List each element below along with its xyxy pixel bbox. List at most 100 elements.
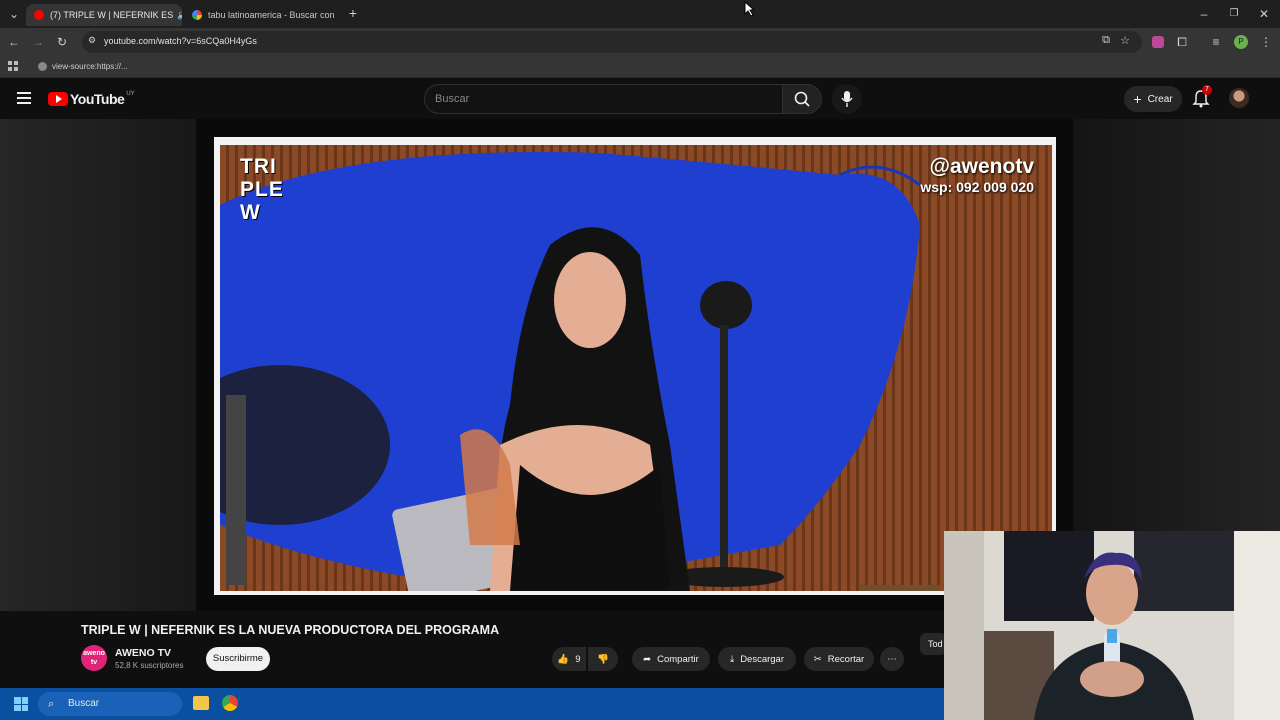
logo-line: PLE	[240, 178, 284, 201]
omnibox[interactable]: ⚙ youtube.com/watch?v=6sCQa0H4yGs ⧉ ☆	[82, 31, 1142, 53]
poster-left	[1004, 531, 1094, 621]
channel-avatar[interactable]: aweno tv	[81, 645, 107, 671]
tab-search-icon[interactable]: ⌄	[6, 6, 22, 22]
video-title: TRIPLE W | NEFERNIK ES LA NUEVA PRODUCTO…	[81, 623, 500, 637]
clip-label: Recortar	[827, 653, 865, 665]
reload-icon[interactable]: ↻	[54, 34, 70, 50]
filter-chip[interactable]: Tod	[920, 633, 946, 655]
search-button[interactable]	[782, 84, 822, 114]
site-info-icon[interactable]: ⚙	[88, 35, 96, 46]
youtube-logo[interactable]: YouTube UY	[48, 91, 135, 107]
youtube-favicon-icon	[34, 10, 44, 20]
user-avatar[interactable]	[1229, 88, 1249, 108]
taskbar-search[interactable]: ⌕ Buscar	[38, 692, 182, 716]
mouse-cursor-icon	[744, 1, 756, 17]
webcam-overlay	[944, 531, 1280, 720]
streamer-face	[1086, 561, 1138, 625]
search-icon	[794, 91, 810, 107]
bookmark-label: view-source:https://...	[52, 62, 128, 71]
google-favicon-icon	[192, 10, 202, 20]
browser-menu-icon[interactable]: ⋮	[1258, 34, 1274, 50]
bottle	[226, 395, 246, 585]
tab-title: tabu latinoamerica - Buscar con	[208, 10, 335, 20]
wood-slat-wall	[220, 145, 1052, 591]
new-tab-icon[interactable]: +	[345, 5, 361, 21]
bookmark-star-icon[interactable]: ☆	[1120, 34, 1130, 47]
download-button[interactable]: ⤓ Descargar	[718, 647, 796, 671]
address-bar-row: ← → ↻ ⚙ youtube.com/watch?v=6sCQa0H4yGs …	[0, 28, 1280, 56]
microphone-icon	[841, 91, 853, 107]
dislike-button[interactable]: 👎	[588, 647, 618, 671]
more-actions-button[interactable]: ⋯	[880, 647, 904, 671]
voice-search-button[interactable]	[832, 84, 862, 114]
extensions-puzzle-icon[interactable]: ⧠	[1174, 34, 1190, 50]
browser-tab-strip: ⌄ (7) TRIPLE W | NEFERNIK ES 🔊 ✕ tabu la…	[0, 0, 1280, 28]
ambient-right	[1073, 119, 1280, 532]
tab-search[interactable]: tabu latinoamerica - Buscar con ✕	[184, 4, 340, 26]
tab-title: (7) TRIPLE W | NEFERNIK ES	[50, 10, 174, 20]
tab-youtube[interactable]: (7) TRIPLE W | NEFERNIK ES 🔊 ✕	[26, 4, 182, 26]
video-player[interactable]: TRI PLE W @awenotv wsp: 092 009 020	[196, 119, 1073, 611]
notifications-button[interactable]: 7	[1192, 85, 1212, 108]
close-window-icon[interactable]: ✕	[1256, 6, 1272, 22]
notification-count: 7	[1202, 85, 1212, 95]
channel-name[interactable]: AWENO TV	[115, 647, 171, 659]
video-frame: TRI PLE W @awenotv wsp: 092 009 020	[214, 137, 1056, 595]
poster-right	[1134, 531, 1234, 611]
clip-button[interactable]: ✂ Recortar	[804, 647, 874, 671]
scissors-icon: ✂	[813, 653, 822, 665]
download-label: Descargar	[740, 653, 785, 665]
hamburger-menu-icon[interactable]	[17, 92, 31, 104]
like-button[interactable]: 👍 9	[552, 647, 586, 671]
logo-line: TRI	[240, 155, 277, 178]
url-text[interactable]: youtube.com/watch?v=6sCQa0H4yGs	[104, 36, 257, 46]
region-code: UY	[126, 91, 135, 97]
minimize-icon[interactable]: –	[1196, 6, 1212, 22]
back-icon[interactable]: ←	[6, 34, 22, 50]
close-tab-icon[interactable]: ✕	[335, 10, 340, 21]
search-input[interactable]: Buscar	[424, 84, 782, 114]
apps-grid-icon[interactable]	[8, 61, 18, 71]
speaker-icon[interactable]: 🔊	[177, 10, 182, 21]
social-handle: @awenotv	[929, 155, 1035, 178]
subscriber-count: 52,8 K suscriptores	[115, 661, 184, 670]
create-label: Crear	[1147, 93, 1173, 105]
blue-backdrop	[220, 152, 940, 591]
youtube-header: YouTube UY Buscar + Crear 7	[0, 79, 1280, 119]
streamer-camera-image	[944, 531, 1280, 720]
youtube-play-icon	[48, 92, 68, 106]
forward-icon[interactable]: →	[30, 34, 46, 50]
windows-start-icon[interactable]	[14, 697, 28, 711]
logo-text: YouTube	[70, 91, 125, 107]
like-count: 9	[575, 653, 581, 665]
subscribe-button[interactable]: Suscribirme	[206, 647, 270, 671]
show-logo: TRI PLE W	[240, 155, 284, 224]
globe-icon	[38, 62, 47, 71]
search-icon: ⌕	[48, 698, 55, 710]
microphone	[700, 281, 752, 329]
plus-icon: +	[1133, 91, 1142, 107]
share-button[interactable]: ➦ Compartir	[632, 647, 710, 671]
restore-icon[interactable]: ❐	[1226, 6, 1242, 22]
extension-icon[interactable]	[1152, 36, 1164, 48]
ambient-left	[0, 119, 196, 611]
create-button[interactable]: + Crear	[1124, 86, 1182, 112]
file-explorer-icon[interactable]	[193, 696, 209, 710]
thumbs-down-icon: 👎	[597, 653, 609, 665]
share-icon: ➦	[643, 653, 652, 665]
install-icon[interactable]: ⧉	[1102, 34, 1110, 47]
chrome-icon[interactable]	[222, 695, 238, 711]
whatsapp-number: wsp: 092 009 020	[920, 179, 1034, 195]
thumbs-up-icon: 👍	[557, 653, 570, 665]
bookmark-item[interactable]: view-source:https://...	[38, 62, 128, 71]
download-icon: ⤓	[729, 653, 735, 665]
more-icon: ⋯	[887, 653, 897, 665]
person-face	[554, 252, 626, 348]
bookmarks-bar: view-source:https://...	[0, 56, 1280, 78]
taskbar-search-label: Buscar	[68, 698, 100, 709]
profile-avatar[interactable]: P	[1234, 35, 1248, 49]
search-placeholder: Buscar	[435, 93, 470, 105]
logo-line: W	[240, 201, 261, 224]
media-control-icon[interactable]: ≡	[1208, 34, 1224, 50]
share-label: Compartir	[657, 653, 699, 665]
